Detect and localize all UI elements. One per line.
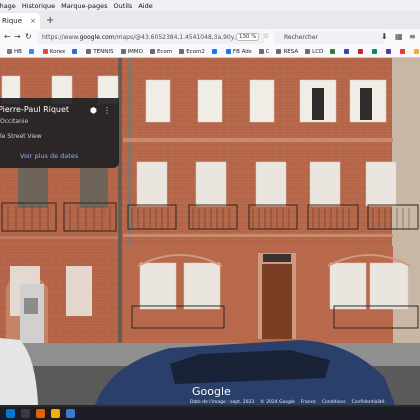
bookmark-item[interactable] <box>400 49 407 54</box>
bookmark-favicon-icon <box>358 49 364 54</box>
bookmark-label: TENNIS <box>93 48 114 55</box>
firefox-icon[interactable] <box>36 409 45 418</box>
more-options-icon[interactable]: ⋮ <box>103 106 111 115</box>
folder-icon[interactable] <box>51 409 60 418</box>
bookmark-favicon-icon <box>414 49 420 54</box>
app-icon[interactable] <box>66 409 75 418</box>
bookmark-favicon-icon <box>400 49 406 54</box>
new-tab-button[interactable]: + <box>46 13 54 29</box>
bookmark-item[interactable] <box>344 49 351 54</box>
bookmark-item[interactable]: FB Ads <box>225 48 252 55</box>
bookmark-favicon-icon <box>149 49 155 54</box>
bookmark-favicon-icon <box>344 49 350 54</box>
url-prefix: https://www. <box>42 34 80 41</box>
conditions-link[interactable]: Conditions <box>322 400 346 407</box>
bookmark-label: RESA <box>283 48 299 55</box>
map-footer: Date de l'image : sept. 2023 © 2024 Goog… <box>190 400 420 407</box>
url-host: google.com <box>79 34 115 41</box>
bookmark-item[interactable] <box>330 49 337 54</box>
location-source: le Street View <box>0 133 42 140</box>
bookmark-item[interactable] <box>72 49 79 54</box>
tab-bar: Rique × + <box>0 11 420 29</box>
bookmark-item[interactable] <box>28 49 36 54</box>
see-more-dates-link[interactable]: Voir plus de dates <box>20 152 78 160</box>
bookmark-favicon-icon <box>28 49 34 54</box>
bookmark-favicon-icon <box>386 49 392 54</box>
bookmark-item[interactable]: Ecom2 <box>179 49 205 55</box>
bookmark-item[interactable] <box>358 49 365 54</box>
location-info-card: Pierre-Paul Riquet ⬢ ⋮ Occitanie le Stre… <box>0 98 119 168</box>
privacy-link[interactable]: Confidentialité <box>352 400 385 407</box>
start-icon[interactable] <box>6 409 15 418</box>
bookmark-item[interactable]: Korex <box>42 48 66 55</box>
bookmark-favicon-icon <box>179 49 185 54</box>
url-bar[interactable]: https://www. google.com/maps/@43.6052384,… <box>38 31 264 44</box>
zoom-indicator[interactable]: 130 % <box>236 33 260 41</box>
bookmark-label: FB Ads <box>232 48 252 55</box>
os-taskbar <box>0 407 420 420</box>
bookmark-item[interactable]: LCD <box>305 49 323 55</box>
location-title: Pierre-Paul Riquet <box>0 105 70 114</box>
tab-active[interactable]: Rique × <box>0 13 40 29</box>
bookmark-label: Korex <box>49 48 66 55</box>
bookmark-label: C <box>265 48 270 55</box>
bookmark-favicon-icon <box>7 49 12 54</box>
bookmark-favicon-icon <box>372 49 378 54</box>
bookmark-favicon-icon <box>120 49 126 54</box>
bookmark-item[interactable]: TENNIS <box>86 48 114 55</box>
menu-item-marque-pages[interactable]: Marque-pages <box>61 2 107 10</box>
location-pin-icon[interactable]: ⬢ <box>90 106 97 115</box>
country-link[interactable]: France <box>301 400 316 407</box>
menu-item-aide[interactable]: Aide <box>138 2 152 10</box>
bookmark-item[interactable] <box>372 49 379 54</box>
tab-close-icon[interactable]: × <box>30 17 36 25</box>
menu-item-affichage[interactable]: chage <box>0 2 16 10</box>
bookmark-favicon-icon <box>276 49 282 54</box>
bookmark-label: LCD <box>312 48 324 55</box>
bookmark-label: Ecom <box>156 48 173 55</box>
bookmark-star-icon[interactable]: ☆ <box>263 32 269 40</box>
menu-item-historique[interactable]: Historique <box>22 2 55 10</box>
image-date: Date de l'image : sept. 2023 <box>190 400 255 405</box>
url-path: /maps/@43.6052384,1.4541048,3a,90y,287. <box>114 34 250 41</box>
bookmark-item[interactable]: C <box>258 48 270 55</box>
menu-icon[interactable]: ≡ <box>409 32 416 41</box>
bookmark-item[interactable]: HB <box>7 49 22 55</box>
bookmark-favicon-icon <box>211 49 217 54</box>
back-icon[interactable]: ← <box>4 32 11 41</box>
tab-label: Rique <box>2 17 22 25</box>
copyright-text: © 2024 Google <box>260 400 295 405</box>
bookmark-label: IMMO <box>127 48 143 55</box>
reload-icon[interactable]: ↻ <box>25 32 32 41</box>
bookmark-label: HB <box>14 48 22 55</box>
bookmark-item[interactable]: IMMO <box>120 48 143 55</box>
bookmark-favicon-icon <box>305 49 311 54</box>
street-view-panorama[interactable]: Pierre-Paul Riquet ⬢ ⋮ Occitanie le Stre… <box>0 58 420 405</box>
forward-icon[interactable]: → <box>14 32 21 41</box>
location-region: Occitanie <box>0 118 29 125</box>
bookmark-item[interactable]: RESA <box>276 49 298 55</box>
bookmark-favicon-icon <box>225 49 231 54</box>
search-input[interactable]: Rechercher <box>274 31 384 44</box>
menu-item-outils[interactable]: Outils <box>114 2 133 10</box>
bookmark-item[interactable] <box>386 49 393 54</box>
menu-bar: chage Historique Marque-pages Outils Aid… <box>0 0 420 11</box>
bookmark-favicon-icon <box>86 49 92 54</box>
bookmark-item[interactable] <box>414 49 420 54</box>
bookmark-label: Ecom2 <box>186 48 205 55</box>
bookmark-favicon-icon <box>42 49 48 54</box>
extensions-icon[interactable]: ▦ <box>395 32 403 41</box>
bookmark-item[interactable] <box>211 49 219 54</box>
search-placeholder: Rechercher <box>284 34 318 41</box>
search-taskbar-icon[interactable] <box>21 409 30 418</box>
downloads-icon[interactable]: ⬇ <box>381 32 388 41</box>
bookmark-favicon-icon <box>330 49 336 54</box>
bookmark-favicon-icon <box>258 49 264 54</box>
navigation-bar: ← → ↻ https://www. google.com/maps/@43.60… <box>0 29 420 46</box>
bookmarks-toolbar: HB Korex TENNIS IMMO Ecom Ecom2 FB Ads C RESA LCD <box>0 46 420 58</box>
bookmark-item[interactable]: Ecom <box>149 48 173 55</box>
google-logo: Google <box>192 385 231 398</box>
bookmark-favicon-icon <box>72 49 78 54</box>
